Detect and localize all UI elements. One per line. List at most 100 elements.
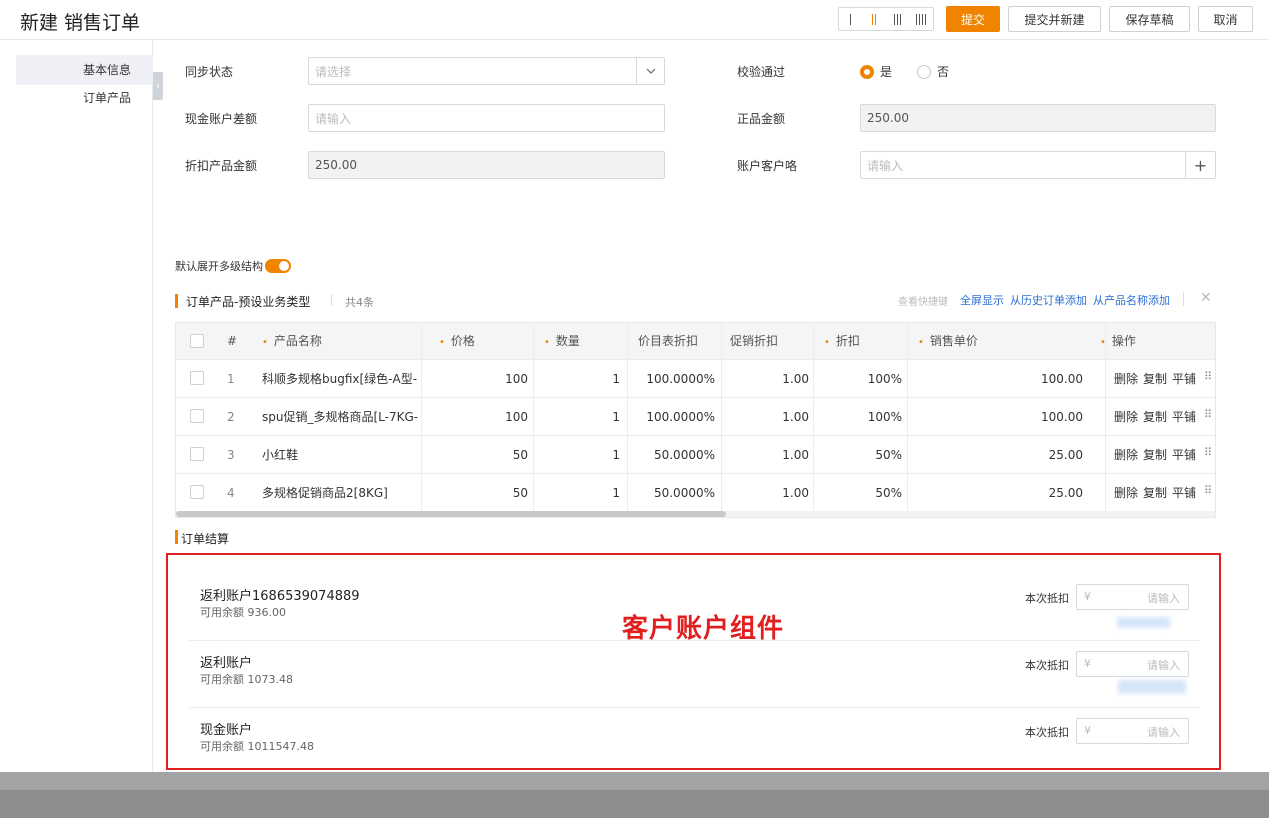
- deduct-placeholder: 请输入: [1147, 592, 1180, 605]
- submit-button[interactable]: 提交: [946, 6, 1000, 32]
- col-price: 价格: [439, 323, 475, 359]
- row-delete-link[interactable]: 删除: [1114, 398, 1138, 436]
- cell-product-name[interactable]: spu促销_多规格商品[L-7KG-蓝色: [262, 398, 418, 436]
- close-icon[interactable]: ✕: [1200, 290, 1212, 306]
- account-customer-input[interactable]: 请输入 +: [860, 151, 1216, 179]
- cell-quantity[interactable]: 1: [538, 398, 620, 436]
- layout-2-column-button[interactable]: [863, 8, 887, 30]
- drag-handle-icon[interactable]: ⠿: [1204, 485, 1212, 496]
- plus-icon[interactable]: +: [1185, 152, 1215, 178]
- row-copy-link[interactable]: 复制: [1143, 436, 1167, 474]
- cell-discount[interactable]: 50%: [816, 474, 902, 512]
- cell-promo-discount: 1.00: [782, 486, 809, 500]
- genuine-amount-field: 250.00: [860, 104, 1216, 132]
- deduct-label: 本次抵扣: [1025, 726, 1069, 739]
- account-balance: 可用余额 1073.48: [200, 673, 293, 686]
- cash-diff-label: 现金账户差额: [185, 112, 258, 126]
- layout-1-column-button[interactable]: [839, 8, 863, 30]
- cell-index: 3: [227, 448, 235, 462]
- row-delete-link[interactable]: 删除: [1114, 474, 1138, 512]
- deduct-amount-input[interactable]: ¥ 请输入: [1076, 651, 1189, 677]
- row-checkbox[interactable]: [190, 447, 204, 461]
- cell-unit-price[interactable]: 25.00: [916, 436, 1083, 474]
- cell-quantity[interactable]: 1: [538, 436, 620, 474]
- col-list-discount: 价目表折扣: [638, 334, 699, 348]
- cell-discount[interactable]: 50%: [816, 436, 902, 474]
- divider: [1183, 292, 1184, 306]
- col-product-name: 产品名称: [262, 323, 322, 359]
- cell-quantity[interactable]: 1: [538, 474, 620, 512]
- row-checkbox[interactable]: [190, 485, 204, 499]
- row-spread-link[interactable]: 平铺: [1172, 398, 1196, 436]
- save-draft-button[interactable]: 保存草稿: [1109, 6, 1190, 32]
- verified-no-radio[interactable]: 否: [917, 63, 949, 80]
- table-row[interactable]: 4 多规格促销商品2[8KG] 50 1 50.0000% 1.00 50% 25.00 删除复…: [176, 473, 1215, 511]
- layout-3-column-button[interactable]: [886, 8, 910, 30]
- column-layout-switcher: [838, 7, 934, 31]
- deduct-amount-input[interactable]: ¥ 请输入: [1076, 718, 1189, 744]
- add-from-product-name-link[interactable]: 从产品名称添加: [1093, 292, 1170, 308]
- drag-handle-icon[interactable]: ⠿: [1204, 371, 1212, 382]
- cell-discount[interactable]: 100%: [816, 398, 902, 436]
- cell-promo-discount: 1.00: [782, 448, 809, 462]
- deduct-amount-input[interactable]: ¥ 请输入: [1076, 584, 1189, 610]
- account-customer-placeholder: 请输入: [867, 158, 904, 173]
- row-spread-link[interactable]: 平铺: [1172, 436, 1196, 474]
- deduct-label: 本次抵扣: [1025, 659, 1069, 672]
- select-all-checkbox[interactable]: [190, 334, 204, 348]
- cash-diff-input[interactable]: 请输入: [308, 104, 665, 132]
- row-delete-link[interactable]: 删除: [1114, 436, 1138, 474]
- account-row: 返利账户1686539074889 可用余额 936.00 本次抵扣 ¥ 请输入: [188, 574, 1200, 641]
- nav-item-order-products[interactable]: 订单产品: [16, 83, 153, 113]
- drag-handle-icon[interactable]: ⠿: [1204, 447, 1212, 458]
- cell-product-name[interactable]: 科顺多规格bugfix[绿色-A型-L-A1: [262, 360, 418, 398]
- row-spread-link[interactable]: 平铺: [1172, 474, 1196, 512]
- cell-index: 2: [227, 410, 235, 424]
- currency-symbol: ¥: [1084, 657, 1091, 670]
- verified-yes-radio[interactable]: 是: [860, 63, 892, 80]
- col-quantity: 数量: [544, 323, 580, 359]
- cancel-button[interactable]: 取消: [1198, 6, 1253, 32]
- cell-product-name[interactable]: 多规格促销商品2[8KG]: [262, 474, 418, 512]
- submit-and-new-button[interactable]: 提交并新建: [1008, 6, 1101, 32]
- fullscreen-link[interactable]: 全屏显示: [960, 292, 1004, 308]
- cell-product-name[interactable]: 小红鞋: [262, 436, 418, 474]
- shortcut-link[interactable]: 查看快捷键: [898, 293, 948, 308]
- row-copy-link[interactable]: 复制: [1143, 360, 1167, 398]
- expand-structure-toggle[interactable]: [265, 259, 291, 273]
- account-row: 返利账户 可用余额 1073.48 本次抵扣 ¥ 请输入: [188, 641, 1200, 708]
- cell-list-discount: 50.0000%: [653, 448, 715, 462]
- scrollbar-thumb[interactable]: [176, 511, 726, 517]
- cell-unit-price[interactable]: 100.00: [916, 398, 1083, 436]
- drag-handle-icon[interactable]: ⠿: [1204, 409, 1212, 420]
- nav-item-basic-info[interactable]: 基本信息: [16, 55, 153, 85]
- add-from-history-link[interactable]: 从历史订单添加: [1010, 292, 1087, 308]
- cell-price[interactable]: 50: [426, 474, 528, 512]
- cell-price[interactable]: 100: [426, 360, 528, 398]
- table-row[interactable]: 1 科顺多规格bugfix[绿色-A型-L-A1100 1 100.0000% 1.00…: [176, 359, 1215, 397]
- cell-discount[interactable]: 100%: [816, 360, 902, 398]
- cell-price[interactable]: 100: [426, 398, 528, 436]
- page-header: 新建 销售订单 提交 提交并新建 保存草稿 取消: [0, 0, 1269, 40]
- table-row[interactable]: 3 小红鞋 50 1 50.0000% 1.00 50% 25.00 删除 复制 平铺 ⠿: [176, 435, 1215, 473]
- row-checkbox[interactable]: [190, 409, 204, 423]
- layout-4-column-button[interactable]: [910, 8, 934, 30]
- table-row[interactable]: 2 spu促销_多规格商品[L-7KG-蓝色100 1 100.0000% 1.00 10…: [176, 397, 1215, 435]
- row-copy-link[interactable]: 复制: [1143, 398, 1167, 436]
- row-delete-link[interactable]: 删除: [1114, 360, 1138, 398]
- divider: [331, 294, 332, 306]
- sync-status-select[interactable]: 请选择: [308, 57, 665, 85]
- sync-status-placeholder: 请选择: [315, 64, 352, 79]
- cash-diff-placeholder: 请输入: [315, 111, 352, 126]
- cell-unit-price[interactable]: 25.00: [916, 474, 1083, 512]
- cell-unit-price[interactable]: 100.00: [916, 360, 1083, 398]
- row-copy-link[interactable]: 复制: [1143, 474, 1167, 512]
- collapse-sidebar-icon[interactable]: ‹: [153, 72, 163, 100]
- sync-status-label: 同步状态: [185, 65, 234, 79]
- products-count: 共4条: [345, 296, 374, 309]
- horizontal-scrollbar[interactable]: [176, 511, 1215, 517]
- row-checkbox[interactable]: [190, 371, 204, 385]
- cell-price[interactable]: 50: [426, 436, 528, 474]
- row-spread-link[interactable]: 平铺: [1172, 360, 1196, 398]
- cell-quantity[interactable]: 1: [538, 360, 620, 398]
